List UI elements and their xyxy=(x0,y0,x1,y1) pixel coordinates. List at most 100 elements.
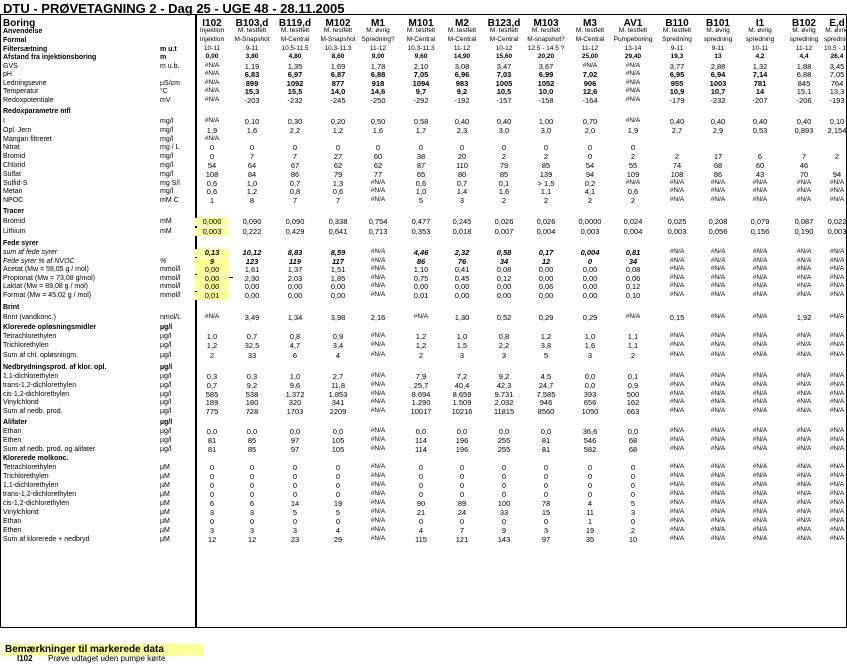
table-cell: #N/A xyxy=(710,526,726,533)
table-cell: 35 xyxy=(585,535,595,544)
row-label: Lithium xyxy=(3,228,26,235)
table-cell: #N/A xyxy=(710,372,726,379)
table-cell: #N/A xyxy=(710,481,726,488)
table-cell: 14,6 xyxy=(370,87,386,96)
row-unit: µS/cm xyxy=(160,80,180,87)
table-cell: #N/A xyxy=(829,265,845,272)
table-cell: 1703 xyxy=(286,407,304,416)
table-cell: #N/A xyxy=(370,526,386,533)
table-cell: #N/A xyxy=(710,390,726,397)
table-cell: #N/A xyxy=(796,463,812,470)
table-cell: 6,97 xyxy=(287,70,303,79)
table-cell: 0,40 xyxy=(796,117,812,126)
table-cell: spredning xyxy=(824,36,847,43)
table-cell: #N/A xyxy=(752,499,768,506)
table-cell: #N/A xyxy=(669,445,685,452)
table-cell: #N/A xyxy=(796,481,812,488)
table-cell: 7,9 xyxy=(415,372,427,381)
table-cell: 0 xyxy=(587,143,593,152)
table-cell: 1,34 xyxy=(287,313,303,322)
row-unit: µg/l xyxy=(160,352,172,359)
table-cell: #N/A xyxy=(796,390,812,397)
table-cell: #N/A xyxy=(710,398,726,405)
table-cell: 0 xyxy=(292,472,298,481)
table-cell: 64 xyxy=(247,161,257,170)
table-cell: #N/A xyxy=(752,274,768,281)
table-cell: 0 xyxy=(418,517,424,526)
section-heading: Klorerede opløsningsmidler xyxy=(3,324,96,331)
table-cell: #N/A xyxy=(413,313,429,320)
table-cell: 0,29 xyxy=(582,313,598,322)
table-cell: #N/A xyxy=(669,282,685,289)
table-cell: #N/A xyxy=(625,70,641,77)
table-cell: #N/A xyxy=(829,427,845,434)
row-label: Tetrachlorethylen xyxy=(3,464,57,471)
table-cell: #N/A xyxy=(370,398,386,405)
table-cell: 0,08 xyxy=(625,265,641,274)
table-cell: #N/A xyxy=(669,436,685,443)
table-cell: 3 xyxy=(292,526,298,535)
table-cell: 4,80 xyxy=(288,53,302,60)
table-cell: 2,9 xyxy=(712,126,724,135)
table-cell: 0 xyxy=(587,481,593,490)
table-cell: 3 xyxy=(459,196,465,205)
table-cell: 20,20 xyxy=(537,53,555,60)
table-cell: #N/A xyxy=(370,508,386,515)
table-cell: 4 xyxy=(587,499,593,508)
row-label: Format (Mw = 45,02 g / mol) xyxy=(3,292,92,299)
table-cell: 663 xyxy=(626,407,640,416)
table-cell: 9,60 xyxy=(414,53,428,60)
table-cell: #N/A xyxy=(370,248,386,255)
table-cell: Spredning xyxy=(662,36,692,43)
table-cell: 3,4 xyxy=(332,341,344,350)
table-cell: 0 xyxy=(249,517,255,526)
row-unit: µM xyxy=(160,464,170,471)
table-cell: 6,87 xyxy=(330,70,346,79)
table-cell: #N/A xyxy=(752,490,768,497)
table-cell: 0 xyxy=(292,517,298,526)
row-label: Afstand fra injektionsboring xyxy=(3,54,97,61)
table-cell: 77 xyxy=(373,170,383,179)
table-cell: #N/A xyxy=(796,427,812,434)
row-label: 1,1-dichlorethylen xyxy=(3,373,59,380)
table-cell: 2 xyxy=(543,152,549,161)
table-cell: #N/A xyxy=(710,274,726,281)
row-unit: mg/l xyxy=(160,127,174,134)
table-cell: 9-11 xyxy=(711,45,725,52)
table-cell: 14,0 xyxy=(330,87,346,96)
table-cell: #N/A xyxy=(669,381,685,388)
table-cell: 78 xyxy=(541,499,551,508)
table-cell: #N/A xyxy=(669,179,685,186)
table-cell: #N/A xyxy=(829,398,845,405)
table-cell: 0,58 xyxy=(413,117,429,126)
table-cell: 9-11 xyxy=(670,45,684,52)
table-cell: #N/A xyxy=(582,62,598,69)
table-cell: #N/A xyxy=(710,445,726,452)
table-cell: #N/A xyxy=(370,445,386,452)
table-cell: 4 xyxy=(335,526,341,535)
table-cell: 0,00 xyxy=(195,283,229,291)
table-cell: #N/A xyxy=(829,196,845,203)
table-cell: 65 xyxy=(416,170,426,179)
table-cell: M-Snapshot xyxy=(234,36,270,43)
table-cell: 0,025 xyxy=(667,217,687,226)
table-cell: 0,156 xyxy=(750,227,770,236)
table-cell: 0 xyxy=(418,463,424,472)
table-cell: #N/A xyxy=(204,79,220,86)
remarks-well: I102 xyxy=(17,654,33,663)
table-cell: 3,8 xyxy=(540,341,552,350)
row-label: Ethan xyxy=(3,428,22,435)
table-cell: 0,000 xyxy=(195,218,229,226)
row-label: Sum af nedb. prod. xyxy=(3,408,63,415)
table-cell: 5 xyxy=(630,499,636,508)
table-cell: -158 xyxy=(538,96,554,105)
table-cell: 21 xyxy=(416,508,426,517)
table-cell: 0,00 xyxy=(496,282,512,291)
table-cell: #N/A xyxy=(710,436,726,443)
table-cell: 0 xyxy=(209,472,215,481)
table-cell: 12.5 - 14.5 ? xyxy=(527,45,565,52)
table-cell: 54 xyxy=(207,161,217,170)
table-cell: 7 xyxy=(459,526,465,535)
table-cell: 110 xyxy=(456,161,468,170)
table-cell: 97 xyxy=(290,445,300,454)
